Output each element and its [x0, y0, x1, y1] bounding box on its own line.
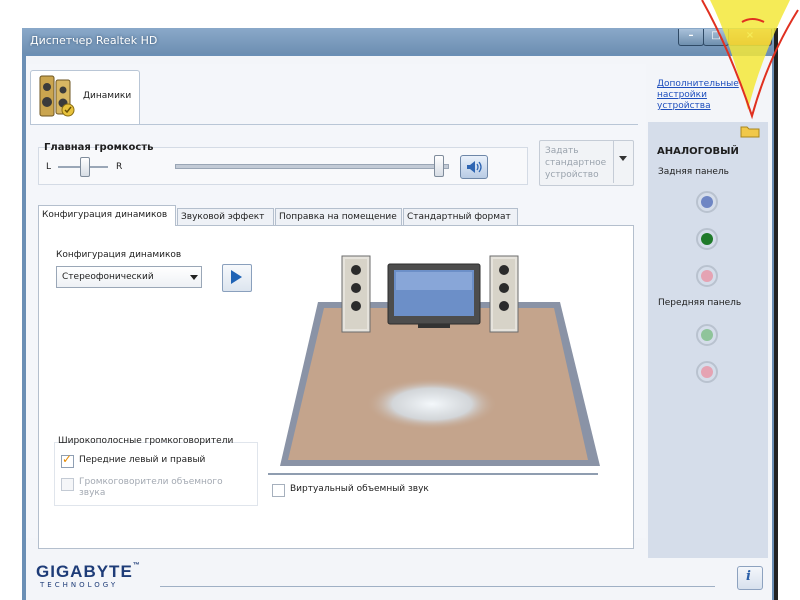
rear-panel-label: Задняя панель [658, 167, 729, 177]
wideband-label: Широкополосные громкоговорители [58, 436, 234, 446]
tab-room-correction[interactable]: Поправка на помещение [275, 208, 402, 225]
left-speaker-graphic [341, 255, 371, 333]
rear-jack-pink[interactable] [696, 265, 718, 287]
front-panel-label: Передняя панель [658, 298, 742, 308]
gigabyte-logo: GIGABYTE™ [36, 562, 141, 582]
chevron-down-icon[interactable] [619, 156, 627, 161]
tab-sound-effect[interactable]: Звуковой эффект [177, 208, 274, 225]
balance-slider-thumb[interactable] [80, 157, 90, 177]
front-lr-label: Передние левый и правый [79, 455, 206, 465]
gigabyte-sub: TECHNOLOGY [40, 581, 119, 589]
speaker-config-label: Конфигурация динамиков [56, 250, 182, 260]
brand-trademark: ™ [132, 562, 141, 569]
rear-jack-green[interactable] [696, 228, 718, 250]
volume-slider-thumb[interactable] [434, 155, 444, 177]
virtual-surround-checkbox[interactable] [272, 484, 285, 497]
footer-divider [160, 586, 715, 587]
play-icon [231, 270, 242, 284]
chevron-down-icon[interactable] [190, 275, 198, 280]
tab-divider [30, 124, 638, 125]
room-visualization [270, 248, 610, 483]
tab-speaker-config[interactable]: Конфигурация динамиков [38, 205, 176, 226]
volume-slider-track[interactable] [175, 164, 449, 169]
virtual-surround-label: Виртуальный объемный звук [290, 484, 429, 494]
tab-default-format[interactable]: Стандартный формат [403, 208, 518, 225]
front-jack-pink[interactable] [696, 361, 718, 383]
window-title: Диспетчер Realtek HD [30, 34, 158, 47]
speaker-volume-icon [467, 161, 482, 173]
brand-text: GIGABYTE [36, 562, 133, 581]
dropdown-separator [613, 141, 614, 183]
balance-left-label: L [46, 162, 52, 172]
main-volume-title: Главная громкость [44, 142, 154, 153]
speaker-config-value: Стереофонический [62, 272, 154, 282]
balance-right-label: R [116, 162, 123, 172]
right-speaker-graphic [489, 255, 519, 333]
checkmark-icon: ✓ [62, 452, 73, 466]
tab-speakers-label: Динамики [83, 91, 132, 101]
annotation-arrow [690, 0, 800, 127]
mute-button[interactable] [460, 155, 488, 179]
front-jack-green[interactable] [696, 324, 718, 346]
config-preview-area [52, 296, 242, 414]
room-divider [268, 473, 598, 475]
rear-jack-blue[interactable] [696, 191, 718, 213]
info-icon: i [746, 569, 751, 584]
surround-speakers-checkbox [61, 478, 74, 491]
speaker-icon [36, 74, 78, 121]
surround-speakers-label: Громкоговорители объемного звука [79, 477, 223, 498]
tv-graphic [387, 263, 481, 328]
analog-header: АНАЛОГОВЫЙ [657, 146, 739, 157]
set-default-device-label: Задать стандартное устройство [545, 146, 607, 180]
